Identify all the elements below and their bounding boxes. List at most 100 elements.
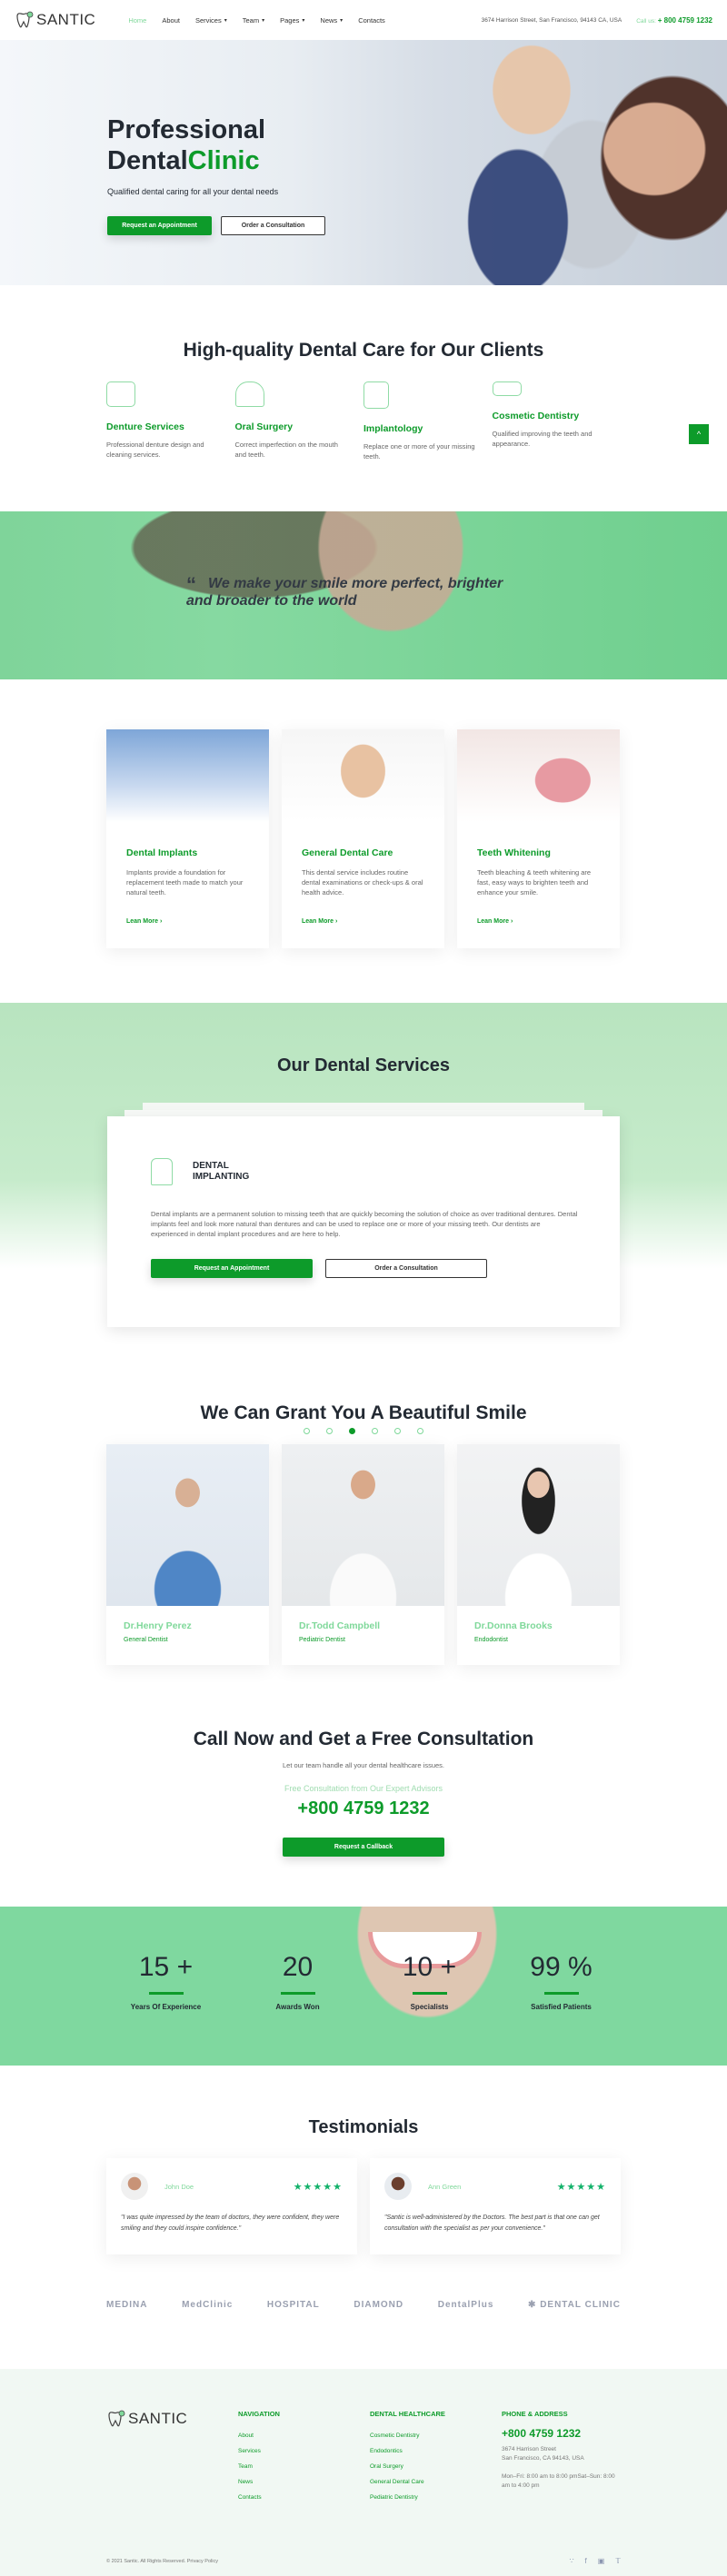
- nav-services[interactable]: Services ▾: [195, 16, 227, 25]
- nav-label: Services: [194, 15, 222, 25]
- service-text: This dental service includes routine den…: [302, 868, 423, 897]
- avatar: [384, 2173, 412, 2200]
- footer-link[interactable]: Team: [238, 2463, 370, 2470]
- doctor-role: Pediatric Dentist: [299, 1637, 345, 1643]
- request-callback-button[interactable]: Request a Callback: [283, 1838, 444, 1857]
- footer-link[interactable]: Contacts: [238, 2494, 370, 2501]
- footer-heading: NAVIGATION: [238, 2410, 280, 2418]
- footer-link[interactable]: Cosmetic Dentistry: [370, 2432, 502, 2439]
- consult-phone[interactable]: +800 4759 1232: [0, 1798, 727, 1819]
- nav-contacts[interactable]: Contacts: [358, 16, 385, 25]
- learn-more-link[interactable]: Lean More ›: [477, 918, 600, 925]
- feature-title[interactable]: Implantology: [364, 423, 479, 434]
- header-address: 3674 Harrison Street, San Francisco, 941…: [481, 16, 622, 24]
- scroll-to-top-button[interactable]: ^: [689, 424, 709, 444]
- nav-team[interactable]: Team ▾: [243, 16, 264, 25]
- avatar: [121, 2173, 148, 2200]
- doctor-name[interactable]: Dr.Donna Brooks: [474, 1620, 603, 1631]
- footer-logo[interactable]: SANTIC: [106, 2410, 238, 2428]
- hero-text: Professional DentalClinic Qualified denta…: [107, 114, 325, 235]
- service-title[interactable]: Dental Implants: [126, 847, 249, 858]
- footer-link[interactable]: Services: [238, 2448, 370, 2454]
- footer-link[interactable]: Endodontics: [370, 2448, 502, 2454]
- nav-home[interactable]: Home: [128, 16, 146, 25]
- twitter-icon[interactable]: 𝕋: [615, 2557, 621, 2565]
- request-appointment-button[interactable]: Request an Appointment: [151, 1259, 313, 1278]
- order-consultation-button[interactable]: Order a Consultation: [325, 1259, 487, 1278]
- stat-divider: [148, 1992, 184, 1995]
- feature-title[interactable]: Oral Surgery: [235, 421, 351, 432]
- nav-label: Team: [242, 15, 260, 25]
- ods-title: Our Dental Services: [276, 1055, 451, 1075]
- slider-dot[interactable]: [417, 1428, 423, 1434]
- reviewer-name: Ann Green: [428, 2182, 462, 2191]
- feature-item: Cosmetic Dentistry Qualified improving th…: [492, 381, 622, 461]
- chevron-down-icon: ▾: [262, 17, 265, 24]
- slider-dot[interactable]: [326, 1428, 333, 1434]
- star-rating-icon: ★★★★★: [293, 2181, 343, 2193]
- partner-logo-medclinic[interactable]: MedClinic: [182, 2300, 233, 2310]
- partner-logo-hospital[interactable]: HOSPITAL: [267, 2300, 320, 2310]
- implant-icon: [364, 381, 389, 409]
- nav-label: News: [320, 15, 338, 25]
- footer-link[interactable]: Pediatric Dentistry: [370, 2494, 502, 2501]
- stat-value: 15 +: [138, 1952, 194, 1982]
- testimonials-title: Testimonials: [308, 2117, 419, 2137]
- service-title[interactable]: General Dental Care: [302, 847, 424, 858]
- footer-health-col: DENTAL HEALTHCARE Cosmetic Dentistry End…: [370, 2410, 502, 2510]
- doctor-name[interactable]: Dr.Todd Campbell: [299, 1620, 427, 1631]
- header-contact: 3674 Harrison Street, San Francisco, 941…: [482, 16, 712, 25]
- service-text: Implants provide a foundation for replac…: [126, 868, 244, 897]
- stat-divider: [543, 1992, 579, 1995]
- doctor-name[interactable]: Dr.Henry Perez: [124, 1620, 252, 1631]
- partner-logo-dentalclinic[interactable]: ✱ DENTAL CLINIC: [528, 2300, 621, 2310]
- service-image: [457, 729, 620, 822]
- facebook-icon[interactable]: f: [585, 2557, 587, 2565]
- footer-link[interactable]: Oral Surgery: [370, 2463, 502, 2470]
- footer-phone[interactable]: +800 4759 1232: [502, 2427, 621, 2440]
- hero-photo: [309, 40, 727, 285]
- rss-icon[interactable]: ∵: [569, 2557, 573, 2565]
- footer-link[interactable]: About: [238, 2432, 370, 2439]
- slider-dot[interactable]: [372, 1428, 378, 1434]
- partner-logo-diamond[interactable]: DIAMOND: [354, 2300, 403, 2310]
- footer-address-line1: 3674 Harrison Street: [502, 2446, 556, 2452]
- learn-more-link[interactable]: Lean More ›: [126, 918, 249, 925]
- instagram-icon[interactable]: ▣: [598, 2557, 605, 2565]
- slider-dot-active[interactable]: [349, 1428, 355, 1434]
- stat-label: Specialists: [410, 2003, 449, 2011]
- main-nav: Home About Services ▾ Team ▾ Pages ▾ News ▾ …: [128, 16, 400, 25]
- partner-logo-dentalplus[interactable]: DentalPlus: [438, 2300, 494, 2310]
- partner-logos: MEDINA MedClinic HOSPITAL DIAMOND Dental…: [106, 2291, 621, 2369]
- header-call[interactable]: Call us: + 800 4759 1232: [636, 16, 712, 25]
- footer-link[interactable]: General Dental Care: [370, 2479, 502, 2485]
- consult-label: Free Consultation from Our Expert Adviso…: [284, 1784, 443, 1793]
- partner-logo-medina[interactable]: MEDINA: [106, 2300, 147, 2310]
- logo[interactable]: SANTIC: [15, 11, 95, 29]
- service-title[interactable]: Teeth Whitening: [477, 847, 600, 858]
- stat-item: 99 % Satisfied Patients: [495, 1952, 627, 2011]
- footer-link[interactable]: News: [238, 2479, 370, 2485]
- request-appointment-button[interactable]: Request an Appointment: [107, 216, 212, 235]
- testimonial-text: "I was quite impressed by the team of do…: [121, 2214, 340, 2232]
- nav-pages[interactable]: Pages ▾: [280, 16, 304, 25]
- stat-divider: [412, 1992, 447, 1995]
- doctor-photo: [106, 1444, 269, 1606]
- nav-news[interactable]: News ▾: [320, 16, 343, 25]
- reviewer-name: John Doe: [164, 2182, 194, 2191]
- consultation-section: Call Now and Get a Free Consultation Let…: [0, 1701, 727, 1907]
- star-rating-icon: ★★★★★: [556, 2181, 606, 2193]
- stat-value: 99 %: [530, 1952, 593, 1982]
- slider-dot[interactable]: [304, 1428, 310, 1434]
- footer-contact-col: PHONE & ADDRESS +800 4759 1232 3674 Harr…: [502, 2410, 621, 2510]
- nav-about[interactable]: About: [162, 16, 180, 25]
- feature-title[interactable]: Cosmetic Dentistry: [493, 411, 608, 421]
- feature-title[interactable]: Denture Services: [106, 421, 222, 432]
- learn-more-link[interactable]: Lean More ›: [302, 918, 424, 925]
- services-cards-section: Dental Implants Implants provide a founda…: [0, 679, 727, 1003]
- team-card: Dr.Todd Campbell Pediatric Dentist: [282, 1444, 444, 1665]
- order-consultation-button[interactable]: Order a Consultation: [221, 216, 325, 235]
- slider-dot[interactable]: [394, 1428, 401, 1434]
- service-text: Teeth bleaching & teeth whitening are fa…: [477, 868, 592, 897]
- our-dental-services-section: Our Dental Services DENTAL IMPLANTING De…: [0, 1003, 727, 1434]
